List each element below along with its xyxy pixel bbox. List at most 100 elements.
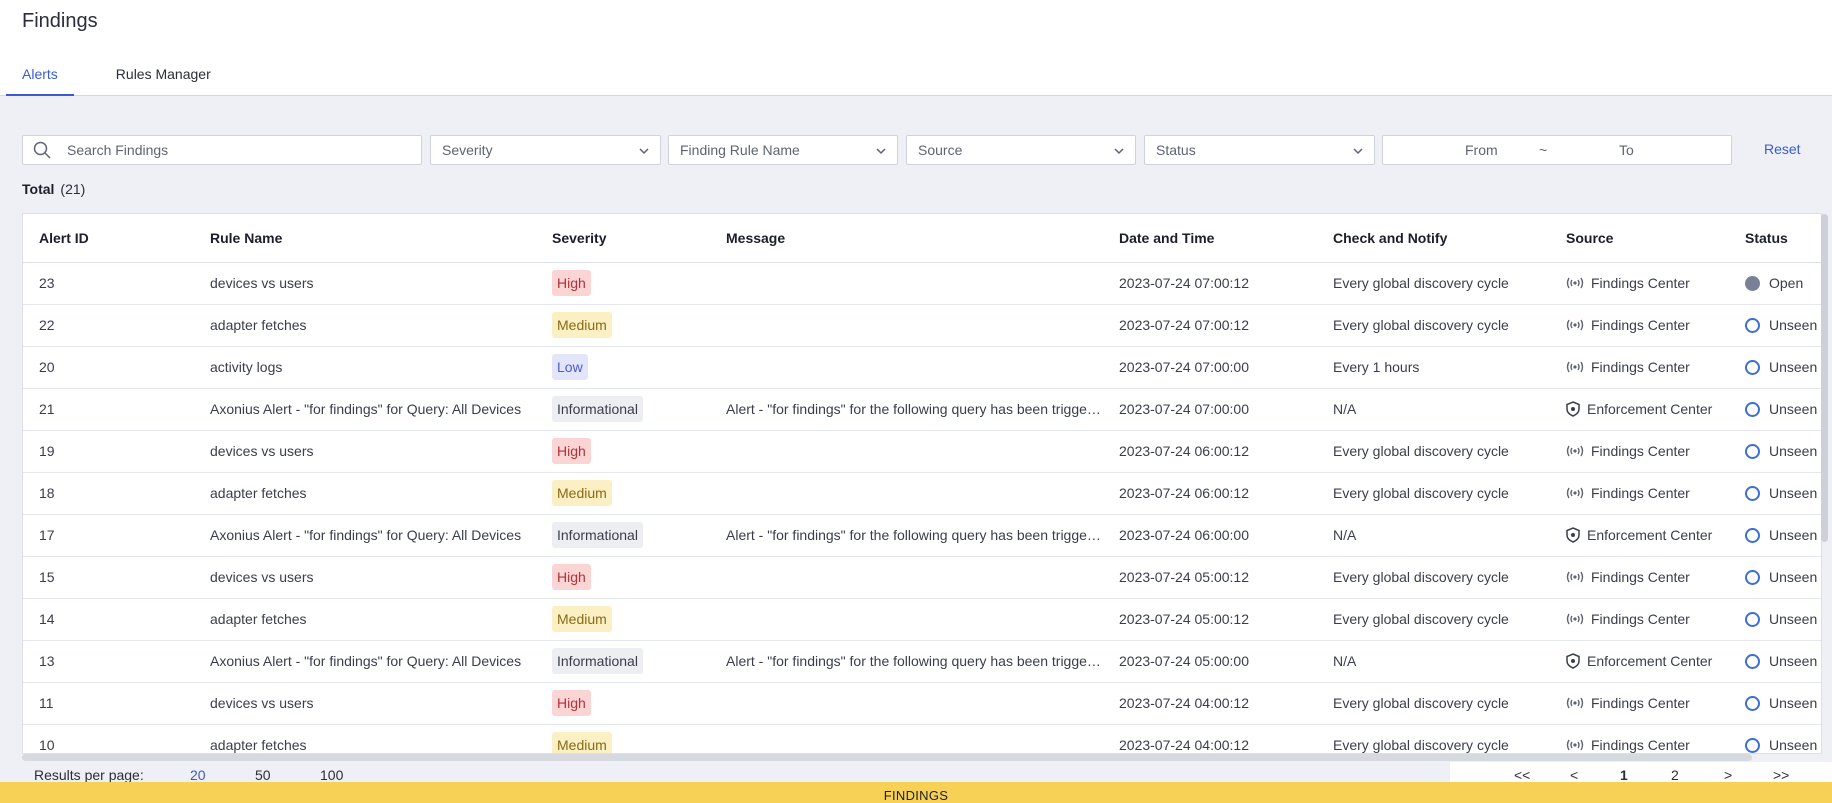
status-indicator-icon — [1745, 611, 1760, 627]
date-range-picker[interactable]: From ~ To — [1382, 135, 1732, 165]
status-cell[interactable]: Unseen — [1729, 472, 1821, 515]
status-label: Open — [1769, 275, 1804, 291]
date-from: From — [1465, 142, 1498, 158]
column-header[interactable]: Status — [1729, 214, 1821, 263]
alert-id-cell: 22 — [23, 304, 194, 347]
check-notify-cell: N/A — [1317, 640, 1550, 683]
column-header[interactable]: Rule Name — [194, 214, 536, 263]
status-cell[interactable]: Unseen — [1729, 346, 1821, 389]
severity-cell: Medium — [536, 472, 710, 515]
table-row[interactable]: 18 adapter fetches Medium 2023-07-24 06:00:… — [23, 472, 1821, 515]
reset-button[interactable]: Reset — [1764, 141, 1801, 157]
message-cell — [710, 430, 1103, 473]
datetime-cell: 2023-07-24 05:00:00 — [1103, 640, 1317, 683]
source-cell: Findings Center — [1550, 556, 1729, 599]
total-label: Total — [22, 181, 55, 197]
column-header[interactable]: Date and Time — [1103, 214, 1317, 263]
rule-name-cell: devices vs users — [194, 682, 536, 725]
table-row[interactable]: 20 activity logs Low 2023-07-24 07:00:00 Eve… — [23, 346, 1821, 389]
search-input[interactable]: Search Findings — [22, 135, 422, 165]
status-indicator-icon — [1745, 653, 1760, 669]
status-cell[interactable]: Unseen — [1729, 640, 1821, 683]
datetime-cell: 2023-07-24 07:00:12 — [1103, 262, 1317, 305]
status-cell[interactable]: Open — [1729, 262, 1821, 305]
status-cell[interactable]: Unseen — [1729, 556, 1821, 599]
table-row[interactable]: 22 adapter fetches Medium 2023-07-24 07:00:… — [23, 304, 1821, 347]
column-header[interactable]: Source — [1550, 214, 1729, 263]
message-cell: Alert - "for findings" for the following… — [710, 640, 1103, 683]
message-cell — [710, 304, 1103, 347]
page-size-option[interactable]: 50 — [255, 767, 271, 783]
date-to: To — [1619, 142, 1634, 158]
status-indicator-icon — [1745, 359, 1760, 375]
message-cell — [710, 682, 1103, 725]
page-size-option[interactable]: 100 — [320, 767, 343, 783]
table-row[interactable]: 15 devices vs users High 2023-07-24 05:00:1… — [23, 556, 1821, 599]
status-indicator-icon — [1745, 317, 1760, 333]
table-row[interactable]: 17 Axonius Alert - "for findings" for Que… — [23, 514, 1821, 557]
severity-badge: Medium — [552, 480, 612, 506]
severity-badge: Informational — [552, 648, 643, 674]
check-notify-cell: Every global discovery cycle — [1317, 262, 1550, 305]
source-cell: Findings Center — [1550, 346, 1729, 389]
source-label: Findings Center — [1591, 485, 1690, 501]
alert-id-cell: 11 — [23, 682, 194, 725]
column-header[interactable]: Alert ID — [23, 214, 194, 263]
table-row[interactable]: 21 Axonius Alert - "for findings" for Que… — [23, 388, 1821, 431]
table-row[interactable]: 13 Axonius Alert - "for findings" for Que… — [23, 640, 1821, 683]
pagination: << < 1 2 > >> — [1450, 762, 1832, 784]
status-select[interactable]: Status — [1144, 135, 1375, 165]
status-cell[interactable]: Unseen — [1729, 430, 1821, 473]
status-cell[interactable]: Unseen — [1729, 304, 1821, 347]
severity-select[interactable]: Severity — [430, 135, 661, 165]
page-size-option[interactable]: 20 — [190, 767, 206, 783]
source-label: Findings Center — [1591, 443, 1690, 459]
horizontal-scrollbar[interactable] — [22, 754, 1752, 761]
severity-badge: Medium — [552, 606, 612, 632]
page-button[interactable]: 1 — [1620, 767, 1628, 783]
source-cell: Findings Center — [1550, 682, 1729, 725]
check-notify-cell: Every 1 hours — [1317, 346, 1550, 389]
page-button[interactable]: 2 — [1671, 767, 1679, 783]
column-header[interactable]: Message — [710, 214, 1103, 263]
source-cell: Enforcement Center — [1550, 388, 1729, 431]
vertical-scrollbar[interactable] — [1821, 214, 1828, 542]
results-per-page-label: Results per page: — [34, 767, 144, 783]
rule-name-select[interactable]: Finding Rule Name — [668, 135, 898, 165]
severity-cell: Informational — [536, 388, 710, 431]
last-page-button[interactable]: >> — [1773, 767, 1789, 783]
table-row[interactable]: 10 adapter fetches Medium 2023-07-24 04:00:… — [23, 724, 1821, 753]
first-page-button[interactable]: << — [1514, 767, 1530, 783]
rule-name-cell: devices vs users — [194, 262, 536, 305]
rule-name-select-label: Finding Rule Name — [680, 142, 800, 158]
total-value: (21) — [60, 181, 86, 197]
chevron-down-icon — [876, 148, 886, 155]
datetime-cell: 2023-07-24 06:00:00 — [1103, 514, 1317, 557]
source-label: Findings Center — [1591, 737, 1690, 753]
tab-rules-manager[interactable]: Rules Manager — [100, 56, 227, 96]
status-cell[interactable]: Unseen — [1729, 514, 1821, 557]
status-indicator-icon — [1745, 443, 1760, 459]
column-header[interactable]: Severity — [536, 214, 710, 263]
table-header-row: Alert ID Rule Name Severity Message Date… — [23, 214, 1821, 263]
shield-icon — [1566, 527, 1580, 543]
column-header[interactable]: Check and Notify — [1317, 214, 1550, 263]
status-cell[interactable]: Unseen — [1729, 598, 1821, 641]
table-row[interactable]: 14 adapter fetches Medium 2023-07-24 05:00:… — [23, 598, 1821, 641]
severity-cell: Informational — [536, 640, 710, 683]
datetime-cell: 2023-07-24 07:00:12 — [1103, 304, 1317, 347]
status-label: Unseen — [1769, 611, 1818, 627]
source-cell: Findings Center — [1550, 430, 1729, 473]
table-row[interactable]: 19 devices vs users High 2023-07-24 06:00:1… — [23, 430, 1821, 473]
chevron-down-icon — [639, 148, 649, 155]
table-row[interactable]: 23 devices vs users High 2023-07-24 07:00:1… — [23, 262, 1821, 305]
source-select[interactable]: Source — [906, 135, 1136, 165]
severity-cell: Medium — [536, 724, 710, 753]
tab-alerts[interactable]: Alerts — [6, 56, 74, 96]
prev-page-button[interactable]: < — [1570, 767, 1578, 783]
next-page-button[interactable]: > — [1724, 767, 1732, 783]
status-cell[interactable]: Unseen — [1729, 388, 1821, 431]
status-cell[interactable]: Unseen — [1729, 682, 1821, 725]
status-cell[interactable]: Unseen — [1729, 724, 1821, 753]
table-row[interactable]: 11 devices vs users High 2023-07-24 04:00:1… — [23, 682, 1821, 725]
